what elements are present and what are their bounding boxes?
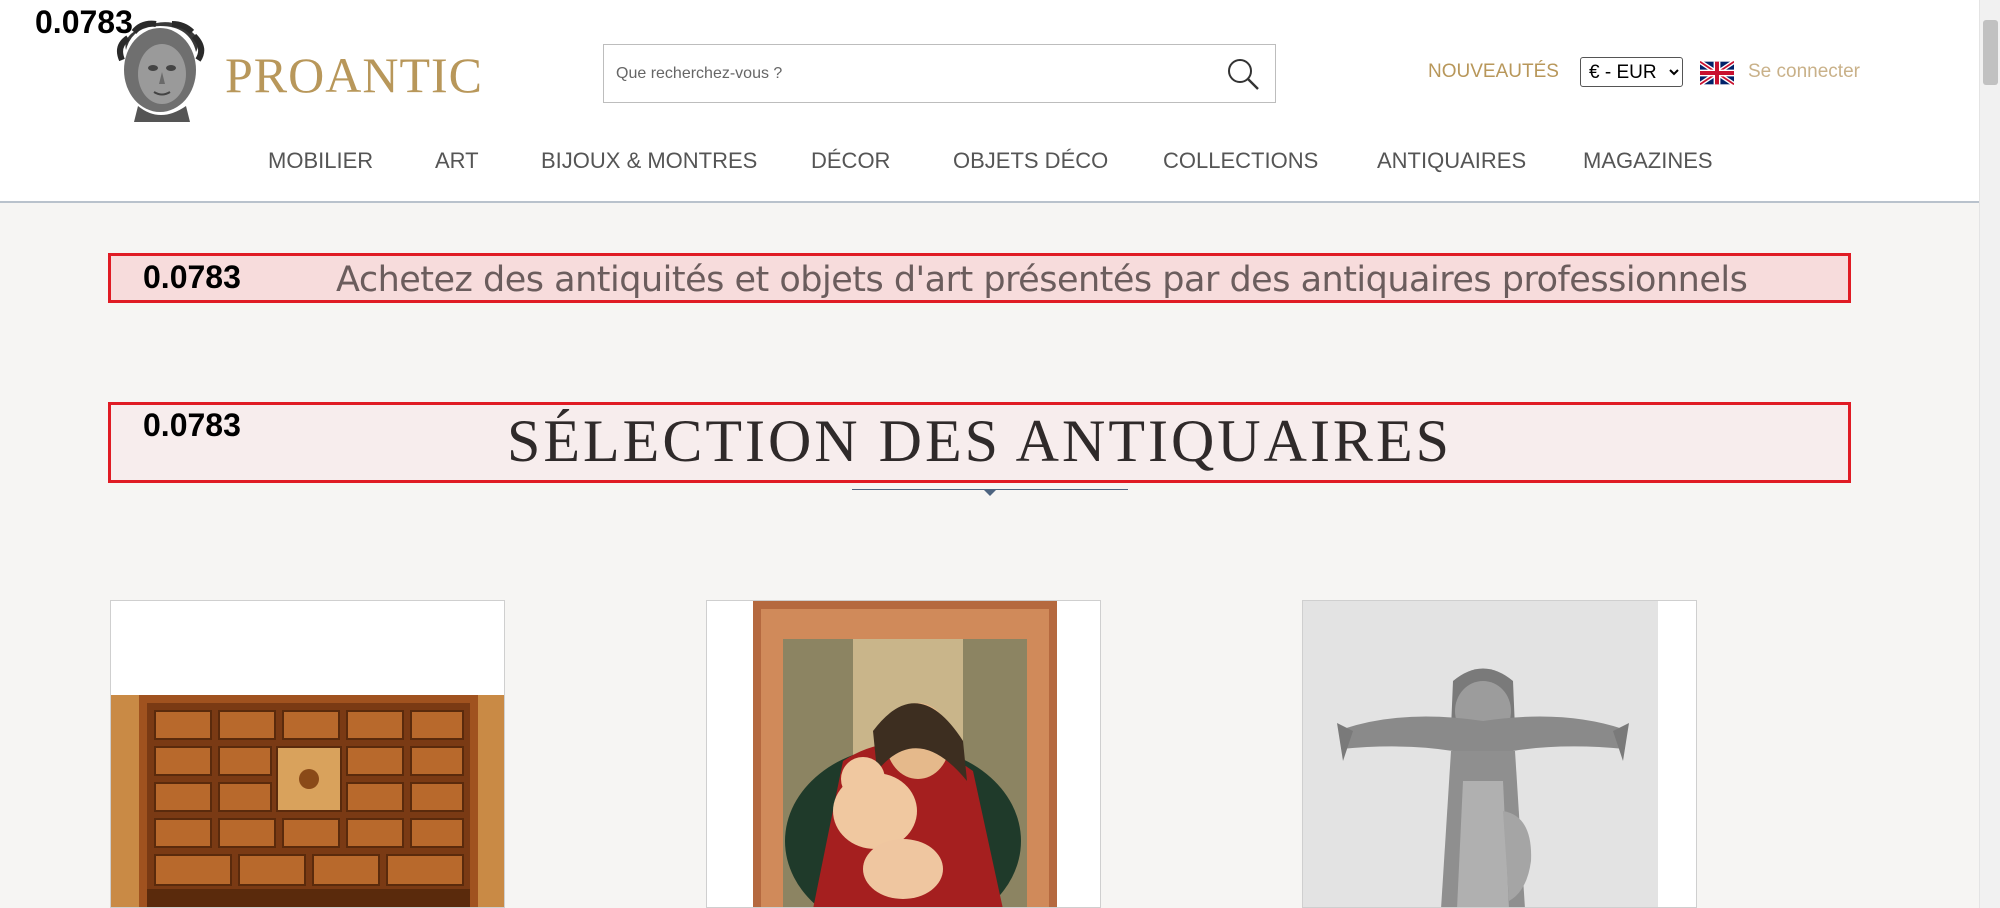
product-card-statue[interactable]: [1302, 600, 1697, 908]
currency-select[interactable]: € - EUR: [1580, 57, 1683, 87]
search-icon[interactable]: [1225, 56, 1261, 92]
nav-item-objets-deco[interactable]: OBJETS DÉCO: [953, 148, 1108, 174]
nav-item-mobilier[interactable]: MOBILIER: [268, 148, 373, 174]
search-input[interactable]: [616, 59, 1196, 89]
nav-item-antiquaires[interactable]: ANTIQUAIRES: [1377, 148, 1526, 174]
uk-flag-icon[interactable]: [1700, 61, 1734, 85]
login-link[interactable]: Se connecter: [1748, 61, 1860, 83]
section-header: 0.0783 SÉLECTION DES ANTIQUAIRES: [108, 402, 1851, 483]
scroll-thumb[interactable]: [1983, 20, 1998, 85]
main-nav: MOBILIER ART BIJOUX & MONTRES DÉCOR OBJE…: [0, 148, 1979, 178]
product-card-painting[interactable]: [706, 600, 1101, 908]
score-label: 0.0783: [35, 4, 133, 40]
logo-text[interactable]: PROANTIC: [225, 46, 483, 104]
new-arrivals-link[interactable]: NOUVEAUTÉS: [1428, 61, 1559, 83]
nav-item-decor[interactable]: DÉCOR: [811, 148, 890, 174]
silver-statue-image[interactable]: [1303, 601, 1658, 908]
scrollbar[interactable]: [1979, 0, 2000, 908]
site-header: PROANTIC NOUVEAUTÉS € - EUR Se connecter…: [0, 0, 1979, 203]
nav-item-magazines[interactable]: MAGAZINES: [1583, 148, 1713, 174]
title-caret-icon: [983, 489, 997, 496]
nav-item-bijoux-montres[interactable]: BIJOUX & MONTRES: [541, 148, 757, 174]
search-box: [603, 44, 1276, 103]
product-card-cabinet[interactable]: [110, 600, 505, 908]
section-title: SÉLECTION DES ANTIQUAIRES: [507, 408, 1452, 474]
page: PROANTIC NOUVEAUTÉS € - EUR Se connecter…: [0, 0, 2000, 908]
madonna-painting-image[interactable]: [753, 601, 1057, 908]
tagline-text: Achetez des antiquités et objets d'art p…: [336, 260, 1748, 300]
nav-item-art[interactable]: ART: [435, 148, 479, 174]
tagline-banner: 0.0783 Achetez des antiquités et objets …: [108, 253, 1851, 303]
score-label: 0.0783: [143, 259, 241, 295]
nav-item-collections[interactable]: COLLECTIONS: [1163, 148, 1318, 174]
cabinet-image[interactable]: [111, 667, 505, 908]
